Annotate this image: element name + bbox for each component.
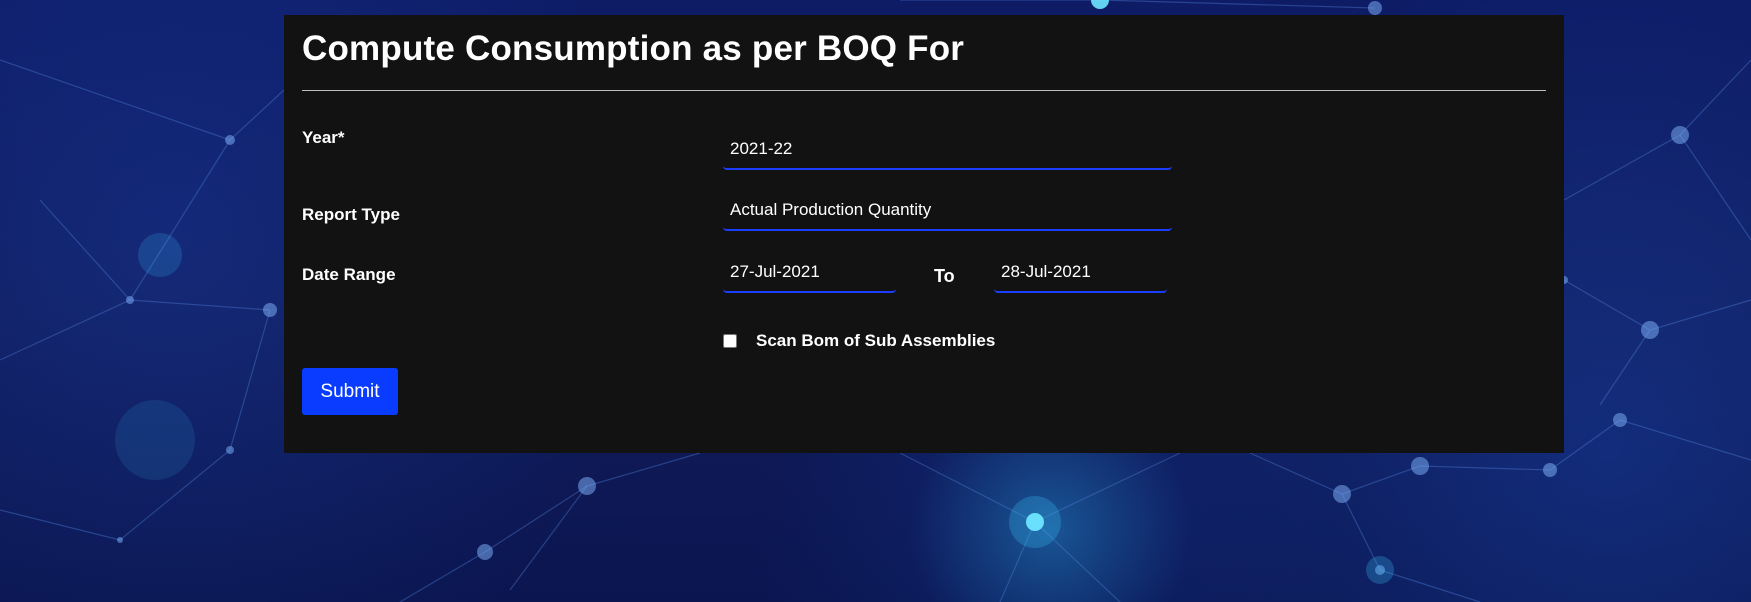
date-to-field[interactable]	[994, 253, 1167, 293]
date-from-input[interactable]	[723, 253, 896, 291]
date-to-label: To	[934, 266, 955, 286]
date-to-input[interactable]	[994, 253, 1167, 291]
submit-button[interactable]: Submit	[302, 368, 398, 415]
report-type-select[interactable]	[723, 191, 1172, 229]
year-field[interactable]	[723, 130, 1172, 170]
date-range-label: Date Range	[302, 265, 396, 284]
date-from-field[interactable]	[723, 253, 896, 293]
consumption-form-panel: Compute Consumption as per BOQ For Year*…	[284, 15, 1564, 453]
title-divider	[302, 90, 1546, 91]
year-input[interactable]	[723, 130, 1172, 168]
scan-bom-checkbox[interactable]	[723, 334, 737, 348]
scan-bom-option[interactable]: Scan Bom of Sub Assemblies	[723, 331, 995, 351]
report-type-label: Report Type	[302, 205, 400, 224]
scan-bom-label: Scan Bom of Sub Assemblies	[756, 331, 996, 350]
year-label: Year*	[302, 128, 345, 147]
report-type-field[interactable]	[723, 191, 1172, 231]
page-title: Compute Consumption as per BOQ For	[302, 29, 965, 68]
